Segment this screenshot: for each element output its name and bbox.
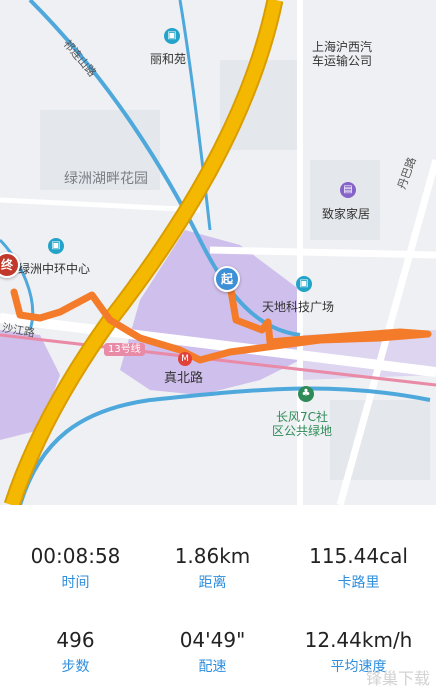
building-icon: ▣ [164,28,180,44]
calories-label: 卡路里 [337,575,380,591]
poi-label-bus-company: 上海沪西汽 车运输公司 [312,40,373,68]
poi-label-tiandi: 天地科技广场 [262,300,335,314]
furniture-icon: ▤ [340,182,356,198]
steps-label: 步数 [61,659,90,675]
stat-steps: 496 步数 [3,627,148,677]
route-map[interactable]: 绿洲湖畔花园 ▣ 丽和苑 ▤ 致家家居 上海沪西汽 车运输公司 ▣ 绿洲中环中心… [0,0,436,505]
distance-label: 距离 [198,575,227,591]
poi-label-zhijia: 致家家居 [322,207,371,221]
time-value: 00:08:58 [30,544,121,568]
stat-calories: 115.44cal 卡路里 [286,543,431,593]
pace-label: 配速 [198,659,227,675]
poi-label-changfeng: 长风7C社 区公共绿地 [272,410,333,438]
road [209,246,436,259]
stat-time: 00:08:58 时间 [3,543,148,593]
steps-value: 496 [56,628,95,652]
poi-label-zhenbei: 真北路 [164,371,204,386]
calories-value: 115.44cal [309,544,408,568]
watermark: 锋巢下载 [365,669,430,688]
block [330,400,430,480]
time-label: 时间 [61,575,90,591]
metro-line-badge: 13号线 [104,343,145,356]
poi-label-lihe: 丽和苑 [150,52,187,66]
stat-distance: 1.86km 距离 [140,543,285,593]
district-label-lvzhou-garden: 绿洲湖畔花园 [64,171,148,187]
pace-value: 04'49" [179,628,246,652]
building-icon: ▣ [296,276,312,292]
tree-icon: ♣ [298,386,314,402]
distance-value: 1.86km [174,544,251,568]
road [0,197,201,213]
metro-station-icon: M [178,352,192,366]
start-pin-icon[interactable]: 起 [214,266,240,292]
building-icon: ▣ [48,238,64,254]
poi-label-lvzhou-center: 绿洲中环中心 [18,262,91,276]
block [310,160,380,240]
stats-panel: 00:08:58 时间 1.86km 距离 115.44cal 卡路里 496 … [0,505,436,693]
map-canvas [0,0,436,505]
speed-value: 12.44km/h [304,628,413,652]
stat-pace: 04'49" 配速 [140,627,285,677]
